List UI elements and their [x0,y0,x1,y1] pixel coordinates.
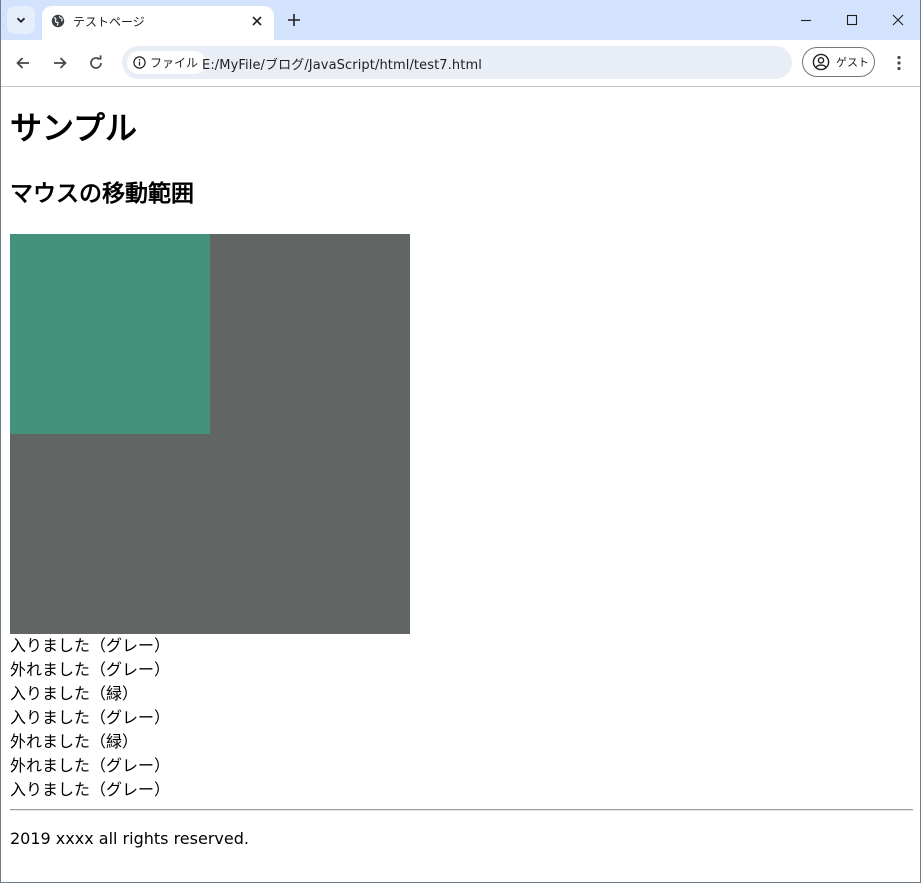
site-info-label: ファイル [150,56,199,70]
close-icon[interactable] [250,14,264,28]
section-heading: マウスの移動範囲 [10,181,194,207]
log-entry: 外れました（緑） [10,732,139,751]
title-bar: テストページ [1,0,920,40]
log-entry: 入りました（グレー） [10,780,171,799]
reload-icon[interactable] [87,54,105,72]
globe-icon [51,14,65,28]
log-entry: 外れました（グレー） [10,756,171,775]
tab-active[interactable]: テストページ [42,6,274,40]
event-log: 入りました（グレー） 外れました（グレー） 入りました（緑） 入りました（グレー） 外れ… [10,634,170,802]
maximize-icon[interactable] [844,12,860,28]
log-entry: 入りました（緑） [10,684,139,703]
page-heading: サンプル [10,109,138,147]
footer-text: 2019 xxxx all rights reserved. [10,829,249,848]
window-close-icon[interactable] [890,12,906,28]
url-text[interactable]: E:/MyFile/ブログ/JavaScript/html/test7.html [202,54,482,73]
account-icon [812,53,830,71]
tab-title: テストページ [73,15,145,29]
gray-box[interactable] [10,234,410,634]
new-tab-icon[interactable] [285,11,303,29]
browser-window: テストページ ファイル E:/MyFile/ブログ/JavaScript/htm… [0,0,921,883]
more-vert-icon[interactable] [890,54,908,72]
forward-arrow-icon[interactable] [51,54,69,72]
log-entry: 外れました（グレー） [10,660,171,679]
profile-label: ゲスト [836,56,869,69]
log-entry: 入りました（グレー） [10,708,171,727]
minimize-icon[interactable] [798,12,814,28]
site-info-chip[interactable]: ファイル [127,51,207,74]
toolbar: ファイル E:/MyFile/ブログ/JavaScript/html/test7… [1,40,920,87]
info-icon [133,56,146,69]
profile-button[interactable]: ゲスト [802,47,875,77]
address-bar[interactable]: ファイル E:/MyFile/ブログ/JavaScript/html/test7… [122,46,792,79]
green-box[interactable] [10,234,210,434]
tab-search-button[interactable] [7,6,35,34]
log-entry: 入りました（グレー） [10,636,171,655]
back-arrow-icon[interactable] [14,54,32,72]
page-content: サンプル マウスの移動範囲 入りました（グレー） 外れました（グレー） 入りました（… [1,87,920,882]
divider [10,809,913,811]
chevron-down-icon [16,17,26,23]
